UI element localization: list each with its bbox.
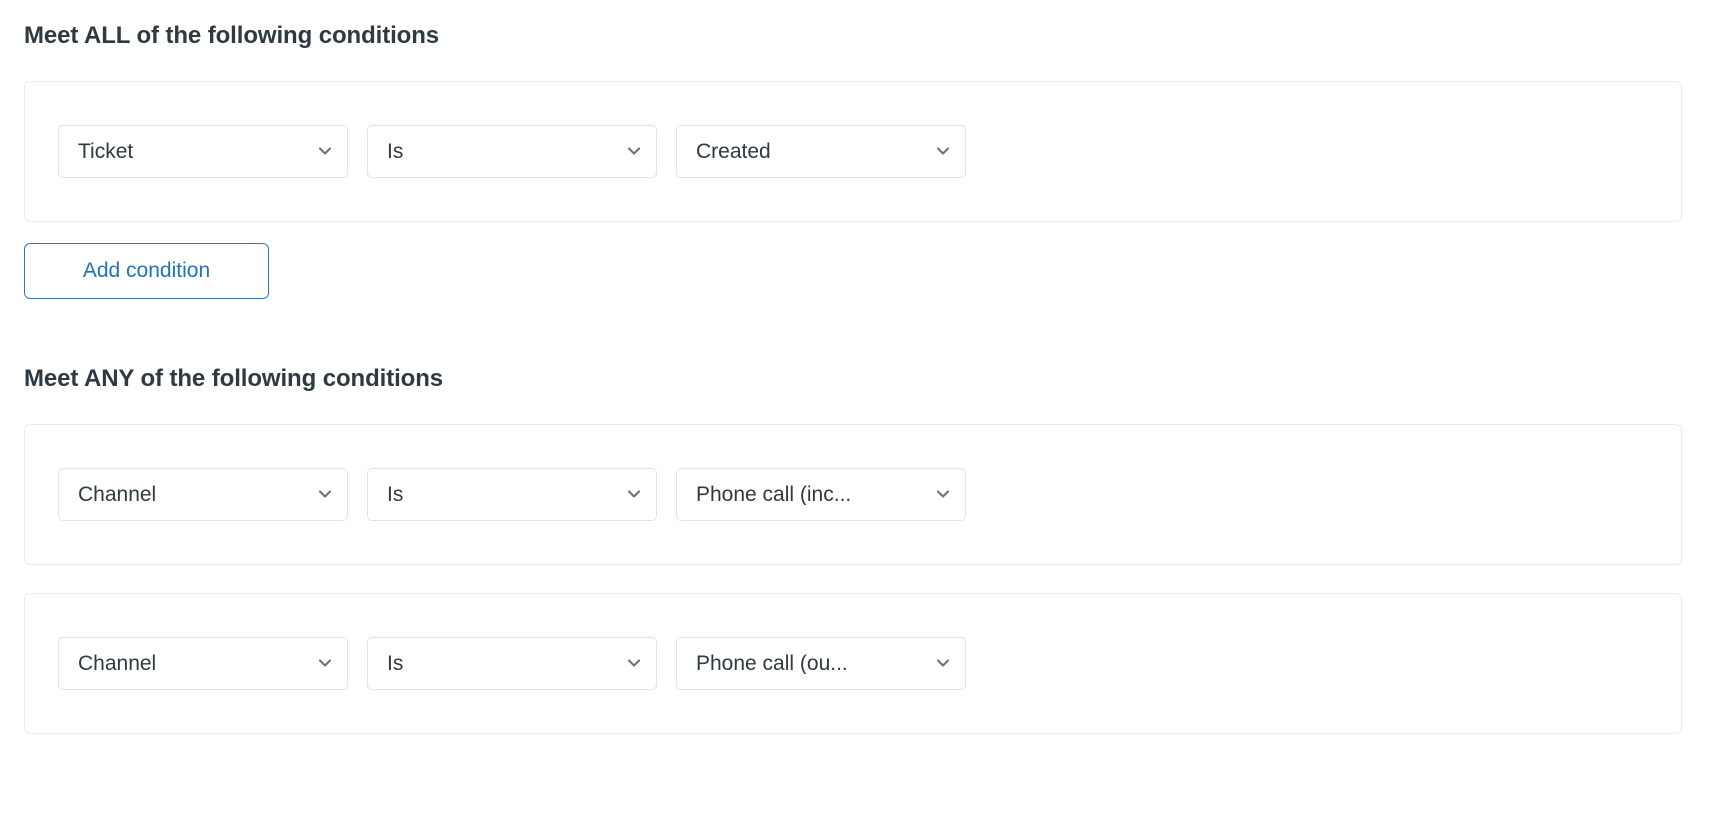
chevron-down-icon	[624, 653, 644, 673]
condition-field-value: Channel	[78, 652, 157, 674]
chevron-down-icon	[315, 653, 335, 673]
condition-operator-value: Is	[387, 483, 404, 505]
condition-field-select[interactable]: Channel	[58, 467, 348, 521]
condition-value-select[interactable]: Phone call (inc...	[676, 467, 966, 521]
condition-operator-value: Is	[387, 652, 404, 674]
chevron-down-icon	[624, 484, 644, 504]
condition-field-select[interactable]: Ticket	[58, 124, 348, 178]
condition-field-value: Ticket	[78, 140, 134, 162]
section-heading-all: Meet ALL of the following conditions	[24, 22, 440, 49]
add-condition-label: Add condition	[82, 258, 211, 282]
chevron-down-icon	[315, 484, 335, 504]
condition-value-select[interactable]: Phone call (ou...	[676, 636, 966, 690]
condition-row: Channel Is Phone call (inc...	[24, 423, 1682, 565]
condition-value-select[interactable]: Created	[676, 124, 966, 178]
chevron-down-icon	[315, 141, 335, 161]
condition-group-all: Ticket Is Created	[0, 80, 1714, 222]
chevron-down-icon	[933, 653, 953, 673]
condition-field-value: Channel	[78, 483, 157, 505]
condition-operator-select[interactable]: Is	[367, 636, 657, 690]
conditions-editor-page: Meet ALL of the following conditions Tic…	[0, 0, 1714, 830]
condition-row: Ticket Is Created	[24, 80, 1682, 222]
condition-operator-value: Is	[387, 140, 404, 162]
section-heading-any: Meet ANY of the following conditions	[24, 364, 444, 392]
condition-field-select[interactable]: Channel	[58, 636, 348, 690]
condition-value-value: Phone call (ou...	[696, 652, 848, 674]
chevron-down-icon	[624, 141, 644, 161]
condition-row: Channel Is Phone call (ou...	[24, 592, 1682, 734]
condition-group-any: Channel Is Phone call (inc... Channel Is…	[0, 423, 1714, 734]
chevron-down-icon	[933, 141, 953, 161]
add-condition-button[interactable]: Add condition	[24, 242, 269, 299]
condition-value-value: Created	[696, 140, 771, 162]
condition-value-value: Phone call (inc...	[696, 483, 852, 505]
condition-operator-select[interactable]: Is	[367, 124, 657, 178]
condition-operator-select[interactable]: Is	[367, 467, 657, 521]
chevron-down-icon	[933, 484, 953, 504]
